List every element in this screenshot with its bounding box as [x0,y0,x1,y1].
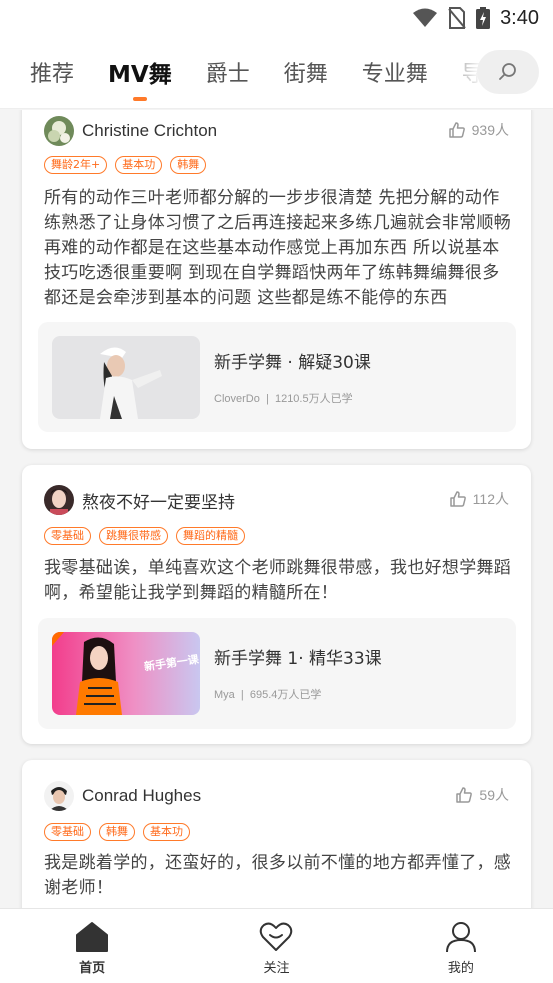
username[interactable]: 熬夜不好一定要坚持 [82,488,235,513]
course-teacher: Mya [214,689,235,701]
battery-charging-icon [476,7,491,29]
course-learners: 1210.5万人已学 [274,393,353,405]
post-header: Conrad Hughes 59人 [44,781,509,811]
thumbs-up-icon [449,491,466,507]
tag-list: 零基础 跳舞很带感 舞蹈的精髓 [44,527,245,545]
tag: 舞蹈的精髓 [176,527,245,545]
course-title: 新手学舞 · 解疑30课 [214,353,371,373]
bottom-nav: 首页 关注 我的 [0,908,553,983]
post-header: Christine Crichton 939人 [44,116,509,146]
thumbs-up-icon [456,787,473,803]
post-header: 熬夜不好一定要坚持 112人 [44,485,509,515]
nav-home[interactable]: 首页 [0,909,184,983]
home-icon [76,922,109,952]
heart-icon [260,922,293,951]
like-count: 112人 [472,491,509,507]
person-icon [445,922,476,953]
course-title: 新手学舞 1· 精华33课 [214,649,382,669]
post-card: Conrad Hughes 59人 零基础 韩舞 基本功 我是跳着学的，还蛮好的… [22,760,531,908]
category-tabs: 推荐 MV舞 爵士 街舞 专业舞 导 [0,36,553,109]
comment-text: 我零基础诶，单纯喜欢这个老师跳舞很带感，我也好想学舞蹈啊，希望能让我学到舞蹈的精… [44,558,512,603]
like-count: 59人 [479,787,509,803]
tab-recommend[interactable]: 推荐 [30,56,74,88]
tag-list: 零基础 韩舞 基本功 [44,823,190,841]
post-card: Christine Crichton 939人 舞龄2年+ 基本功 韩舞 所有的… [22,110,531,449]
like-button[interactable]: 112人 [449,489,509,509]
tag-list: 舞龄2年+ 基本功 韩舞 [44,156,207,174]
course-teacher: CloverDo [214,393,260,405]
course-thumbnail: 新手第一课 [52,632,200,715]
like-button[interactable]: 59人 [455,785,509,805]
no-sim-icon [448,7,466,29]
tag: 零基础 [44,527,91,545]
nav-label: 关注 [263,961,290,976]
nav-label: 首页 [79,961,106,976]
tag: 韩舞 [99,823,135,841]
search-button[interactable] [477,50,539,94]
tab-professional[interactable]: 专业舞 [362,56,428,88]
course-learners: 695.4万人已学 [249,689,322,701]
tab-jazz[interactable]: 爵士 [206,56,250,88]
course-thumbnail [52,336,200,419]
like-count: 939人 [471,122,509,138]
wifi-icon [413,8,438,27]
tag: 韩舞 [170,156,207,174]
course-meta: CloverDo | 1210.5万人已学 [214,393,353,405]
username[interactable]: Christine Crichton [82,121,217,141]
tag: 基本功 [115,156,163,174]
tag: 零基础 [44,823,91,841]
status-bar: 3:40 [0,0,553,36]
search-icon [499,63,516,80]
course-meta: Mya | 695.4万人已学 [214,689,322,701]
tab-mv-dance[interactable]: MV舞 [108,55,172,101]
nav-profile[interactable]: 我的 [369,909,553,983]
tag: 基本功 [143,823,190,841]
nav-label: 我的 [447,961,474,976]
thumbs-up-icon [448,122,465,138]
comment-text: 所有的动作三叶老师都分解的一步步很清楚 先把分解的动作练熟悉了让身体习惯了之后再… [44,188,512,308]
clock: 3:40 [500,6,539,29]
comment-feed[interactable]: Christine Crichton 939人 舞龄2年+ 基本功 韩舞 所有的… [0,110,553,908]
tab-street-dance[interactable]: 街舞 [284,56,328,88]
username[interactable]: Conrad Hughes [82,786,201,806]
course-card[interactable]: 新手第一课 新手学舞 1· 精华33课 Mya | 695.4万人已学 [38,618,516,729]
avatar[interactable] [44,781,74,811]
nav-follow[interactable]: 关注 [184,909,368,983]
comment-text: 我是跳着学的，还蛮好的，很多以前不懂的地方都弄懂了，感谢老师！ [44,853,512,898]
avatar[interactable] [44,116,74,146]
avatar[interactable] [44,485,74,515]
tag: 舞龄2年+ [44,156,108,174]
like-button[interactable]: 939人 [448,120,509,140]
tag: 跳舞很带感 [99,527,168,545]
post-card: 熬夜不好一定要坚持 112人 零基础 跳舞很带感 舞蹈的精髓 我零基础诶，单纯喜… [22,465,531,744]
course-card[interactable]: 新手学舞 · 解疑30课 CloverDo | 1210.5万人已学 [38,322,516,432]
